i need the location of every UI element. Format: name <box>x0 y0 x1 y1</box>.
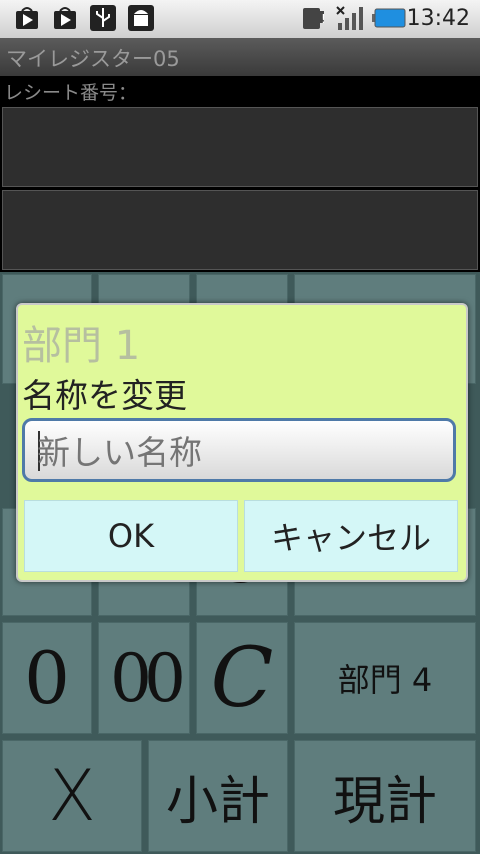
cancel-button[interactable]: キャンセル <box>244 500 458 572</box>
clock: 13:42 <box>406 6 470 31</box>
play-store-icon <box>54 7 76 29</box>
battery-icon <box>372 8 406 28</box>
app-title: マイレジスター05 <box>6 47 180 71</box>
rename-dialog: 部門 1 名称を変更 OK キャンセル <box>16 303 468 582</box>
dialog-message: 名称を変更 <box>22 376 187 415</box>
key-cancel-x[interactable]: X <box>2 740 142 852</box>
android-debug-icon <box>128 5 154 31</box>
key-subtotal[interactable]: 小計 <box>148 740 288 852</box>
new-name-input[interactable] <box>35 427 439 477</box>
key-cash-total[interactable]: 現計 <box>294 740 476 852</box>
app-title-bar: マイレジスター05 <box>0 38 480 76</box>
ok-button[interactable]: OK <box>24 500 238 572</box>
receipt-display <box>2 107 478 187</box>
key-department-4[interactable]: 部門 4 <box>294 622 476 734</box>
svg-text:!: ! <box>321 12 326 26</box>
dialog-title: 部門 1 <box>22 323 141 369</box>
key-0[interactable]: 0 <box>2 622 92 734</box>
amount-display <box>2 190 478 270</box>
new-name-field[interactable] <box>22 418 456 482</box>
key-00[interactable]: 00 <box>98 622 190 734</box>
play-store-icon <box>16 7 38 29</box>
status-bar: ! 13:42 <box>0 0 480 38</box>
signal-icon <box>336 6 363 30</box>
usb-icon <box>90 5 116 31</box>
sd-card-alert-icon: ! <box>303 8 326 29</box>
key-clear-c[interactable]: C <box>196 622 288 734</box>
receipt-number-label: レシート番号： <box>4 82 138 104</box>
